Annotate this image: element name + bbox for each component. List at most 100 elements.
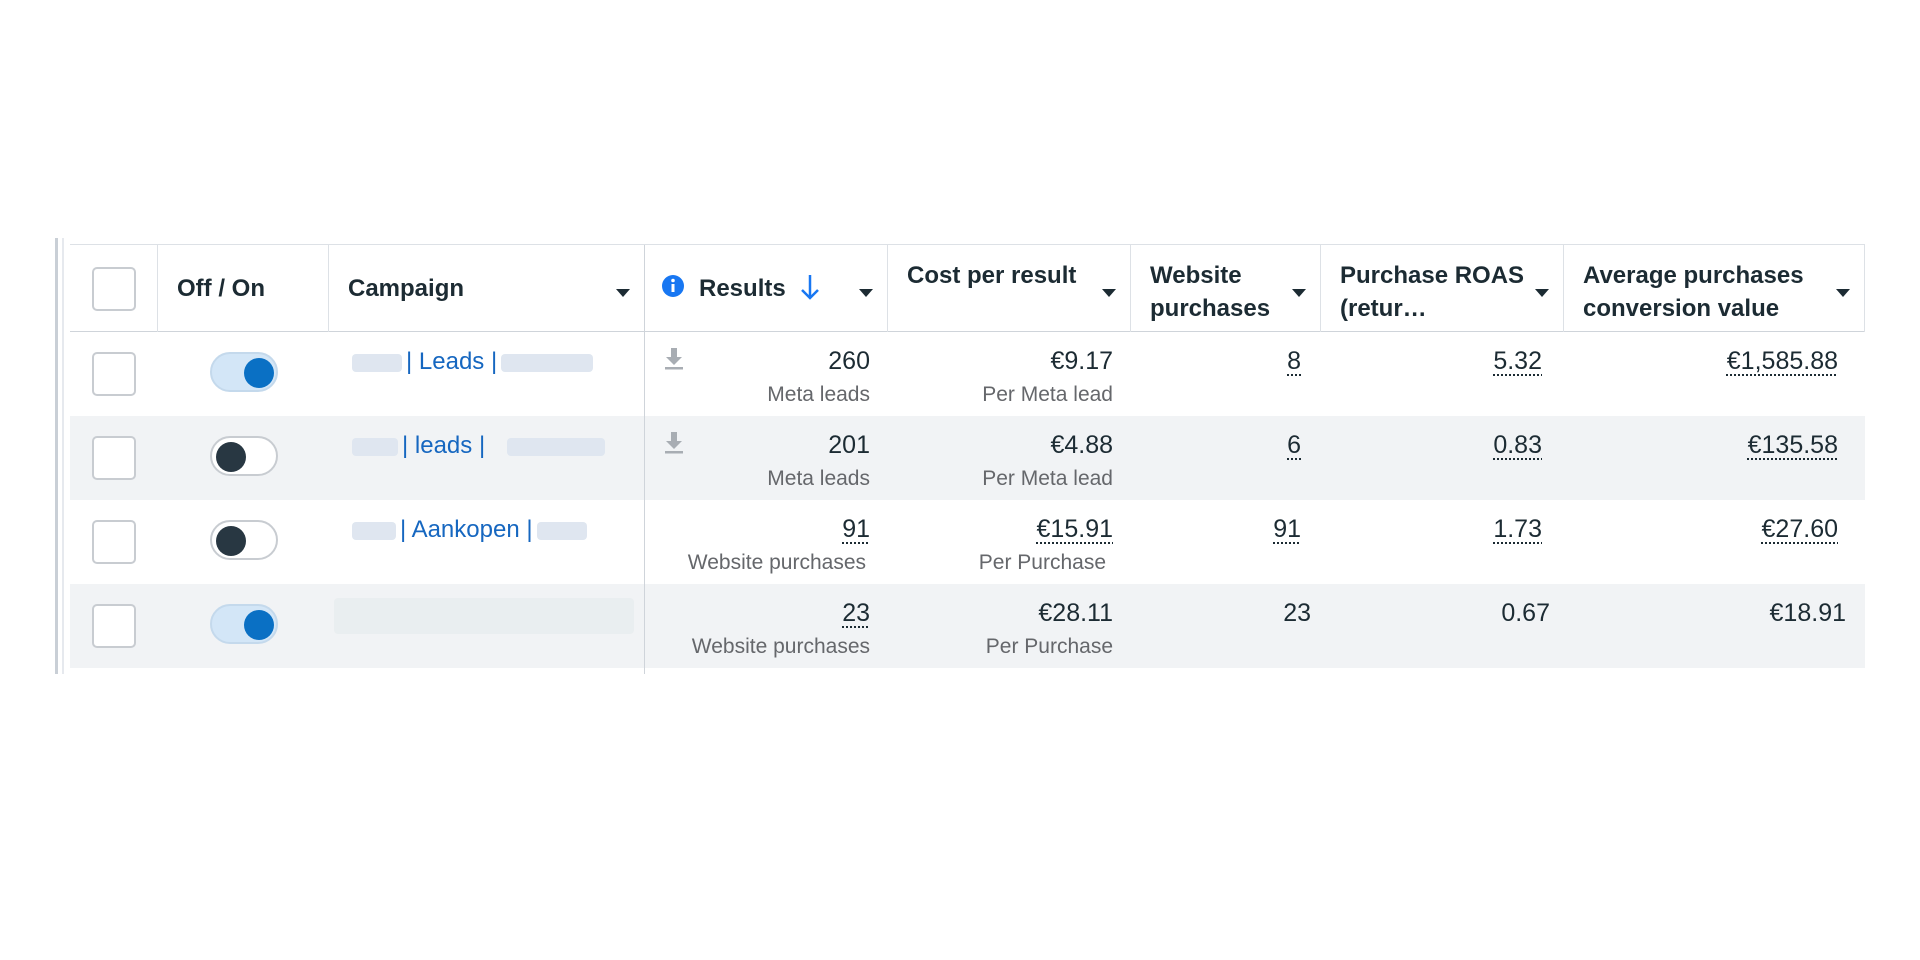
campaign-cell: | Aankopen | — [329, 500, 645, 584]
header-average-conversion-value[interactable]: Average purchases conversion value — [1564, 245, 1865, 332]
select-all-checkbox[interactable] — [92, 267, 136, 311]
website-purchases-value[interactable]: 91 — [1273, 512, 1301, 546]
campaign-toggle[interactable] — [210, 604, 278, 644]
campaign-name-link[interactable]: | leads | — [348, 429, 609, 463]
download-icon[interactable] — [663, 346, 685, 370]
campaign-name-link[interactable]: | Leads | — [348, 345, 597, 379]
info-icon[interactable] — [661, 274, 685, 298]
chevron-down-icon[interactable] — [1535, 289, 1549, 297]
website-purchases-cell: 8 — [1131, 332, 1321, 416]
website-purchases-cell: 23 — [1131, 584, 1321, 668]
header-website-purchases[interactable]: Website purchases — [1131, 245, 1321, 332]
results-value[interactable]: 23 — [842, 596, 870, 630]
table-row[interactable]: | Leads | 260 Meta leads €9.17 Per Meta … — [70, 332, 1865, 416]
header-label: Campaign — [348, 275, 465, 302]
campaign-name: | Aankopen | — [400, 516, 533, 543]
cost-value[interactable]: €15.91 — [1037, 512, 1113, 546]
results-type: Website purchases — [691, 635, 870, 658]
avg-value[interactable]: €27.60 — [1762, 512, 1838, 546]
cost-type: Per Purchase — [978, 551, 1106, 574]
results-type: Website purchases — [687, 551, 866, 574]
redacted-text — [352, 437, 398, 456]
avg-value-cell: €135.58 — [1564, 416, 1865, 500]
row-checkbox[interactable] — [92, 436, 136, 480]
results-value: 260 — [828, 347, 870, 375]
avg-value[interactable]: €135.58 — [1748, 428, 1838, 462]
toggle-knob — [244, 358, 274, 388]
header-label: Website purchases — [1150, 262, 1271, 322]
results-type: Meta leads — [767, 467, 870, 490]
roas-cell: 0.67 — [1321, 584, 1564, 668]
header-campaign[interactable]: Campaign — [329, 245, 645, 332]
roas-cell: 1.73 — [1321, 500, 1564, 584]
header-purchase-roas[interactable]: Purchase ROAS (retur… — [1321, 245, 1564, 332]
header-results[interactable]: Results — [645, 245, 888, 332]
resize-rail-inner — [62, 238, 64, 674]
avg-value-cell: €18.91 — [1564, 584, 1865, 668]
table-row[interactable]: | leads | 201 Meta leads €4.88 Per Meta … — [70, 416, 1865, 500]
table-row[interactable]: 23 Website purchases €28.11 Per Purchase… — [70, 584, 1865, 668]
roas-value: 0.67 — [1501, 599, 1550, 627]
campaign-name: | Leads | — [406, 348, 498, 375]
select-cell — [70, 500, 158, 584]
download-icon[interactable] — [663, 430, 685, 454]
chevron-down-icon[interactable] — [859, 289, 873, 297]
campaign-cell — [329, 584, 645, 668]
redacted-text — [536, 521, 587, 540]
row-checkbox[interactable] — [92, 520, 136, 564]
chevron-down-icon[interactable] — [1836, 289, 1850, 297]
campaign-name-link[interactable]: | Aankopen | — [348, 513, 591, 547]
cost-cell: €28.11 Per Purchase — [888, 584, 1131, 668]
row-checkbox[interactable] — [92, 604, 136, 648]
results-value[interactable]: 91 — [842, 512, 870, 546]
website-purchases-value[interactable]: 6 — [1287, 428, 1301, 462]
website-purchases-value[interactable]: 8 — [1287, 344, 1301, 378]
table-header: Off / On Campaign Results Cost per resul… — [70, 244, 1865, 332]
sort-descending-icon[interactable] — [799, 273, 821, 301]
select-cell — [70, 332, 158, 416]
toggle-cell — [158, 500, 329, 584]
roas-value[interactable]: 5.32 — [1493, 344, 1542, 378]
header-label: Off / On — [177, 275, 265, 302]
campaign-toggle[interactable] — [210, 436, 278, 476]
header-label: Cost per result — [907, 262, 1077, 289]
toggle-knob — [244, 610, 274, 640]
cost-cell: €4.88 Per Meta lead — [888, 416, 1131, 500]
resize-rail[interactable] — [55, 238, 58, 674]
toggle-knob — [216, 526, 246, 556]
campaign-table: Off / On Campaign Results Cost per resul… — [55, 238, 1865, 674]
campaign-cell: | Leads | — [329, 332, 645, 416]
header-select-cell — [70, 245, 158, 332]
cost-value: €4.88 — [1050, 431, 1113, 459]
campaign-toggle[interactable] — [210, 520, 278, 560]
website-purchases-cell: 6 — [1131, 416, 1321, 500]
chevron-down-icon[interactable] — [616, 289, 630, 297]
cost-value: €9.17 — [1050, 347, 1113, 375]
redacted-text — [352, 521, 396, 540]
results-cell: 23 Website purchases — [645, 584, 888, 668]
campaign-name: | leads | — [402, 432, 486, 459]
results-cell: 91 Website purchases — [645, 500, 888, 584]
chevron-down-icon[interactable] — [1102, 289, 1116, 297]
campaign-cell: | leads | — [329, 416, 645, 500]
redacted-campaign-name — [334, 598, 634, 634]
website-purchases-cell: 91 — [1131, 500, 1321, 584]
avg-value[interactable]: €1,585.88 — [1727, 344, 1838, 378]
redacted-text — [501, 353, 594, 372]
campaign-toggle[interactable] — [210, 352, 278, 392]
toggle-cell — [158, 416, 329, 500]
roas-value[interactable]: 0.83 — [1493, 428, 1542, 462]
website-purchases-value: 23 — [1283, 599, 1311, 627]
row-checkbox[interactable] — [92, 352, 136, 396]
cost-cell: €9.17 Per Meta lead — [888, 332, 1131, 416]
toggle-knob — [216, 442, 246, 472]
avg-value: €18.91 — [1769, 599, 1846, 627]
results-value: 201 — [828, 431, 870, 459]
header-cost-per-result[interactable]: Cost per result — [888, 245, 1131, 332]
avg-value-cell: €1,585.88 — [1564, 332, 1865, 416]
chevron-down-icon[interactable] — [1292, 289, 1306, 297]
roas-value[interactable]: 1.73 — [1493, 512, 1542, 546]
table-row[interactable]: | Aankopen | 91 Website purchases €15.91… — [70, 500, 1865, 584]
column-divider — [644, 332, 645, 674]
results-cell: 260 Meta leads — [645, 332, 888, 416]
